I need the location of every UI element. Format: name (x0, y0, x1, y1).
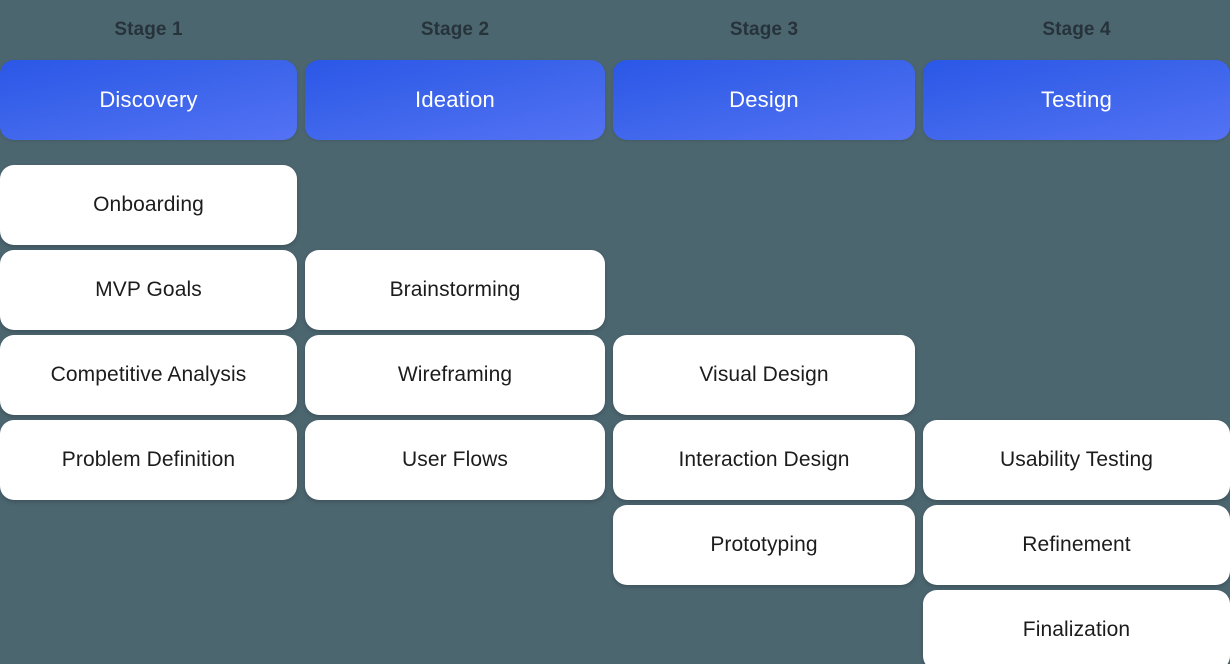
task-card-label: Interaction Design (678, 448, 850, 471)
stage-card-design[interactable]: Design (613, 60, 915, 140)
task-card[interactable]: Wireframing (305, 335, 605, 415)
task-card-label: Competitive Analysis (50, 363, 247, 386)
task-card-label: Visual Design (699, 363, 829, 386)
stage-column-1: Stage 1 Discovery Onboarding MVP Goals C… (0, 0, 297, 664)
task-card[interactable]: Brainstorming (305, 250, 605, 330)
stage-card-discovery[interactable]: Discovery (0, 60, 297, 140)
task-card-label: Onboarding (93, 193, 204, 216)
task-card[interactable]: Onboarding (0, 165, 297, 245)
task-card[interactable]: Competitive Analysis (0, 335, 297, 415)
stage-header-1: Stage 1 (114, 19, 183, 40)
stage-card-ideation[interactable]: Ideation (305, 60, 605, 140)
task-card[interactable]: Finalization (923, 590, 1230, 664)
task-card[interactable]: User Flows (305, 420, 605, 500)
stage-header-2: Stage 2 (420, 19, 490, 40)
task-card-label: Problem Definition (61, 448, 236, 471)
task-card[interactable]: Refinement (923, 505, 1230, 585)
task-card[interactable]: Prototyping (613, 505, 915, 585)
stage-card-label: Ideation (415, 87, 495, 112)
task-card-label: Refinement (1022, 533, 1131, 556)
task-card-label: Finalization (1022, 618, 1131, 641)
task-card-label: User Flows (401, 448, 508, 471)
task-card[interactable]: MVP Goals (0, 250, 297, 330)
task-card[interactable]: Interaction Design (613, 420, 915, 500)
task-card-label: Wireframing (397, 363, 513, 386)
stage-header-4: Stage 4 (1042, 19, 1111, 40)
stage-card-label: Testing (1040, 87, 1113, 112)
task-card[interactable]: Visual Design (613, 335, 915, 415)
task-card-label: MVP Goals (95, 278, 202, 301)
stage-column-4: Stage 4 Testing Usability Testing Refine… (923, 0, 1230, 664)
task-card-label: Usability Testing (999, 448, 1154, 471)
stage-column-3: Stage 3 Design Visual Design Interaction… (613, 0, 915, 664)
stage-card-testing[interactable]: Testing (923, 60, 1230, 140)
task-card-label: Brainstorming (389, 278, 521, 301)
stage-card-label: Discovery (99, 87, 198, 112)
task-card-label: Prototyping (710, 533, 818, 556)
stage-column-2: Stage 2 Ideation Brainstorming Wireframi… (305, 0, 605, 664)
stage-header-3: Stage 3 (729, 19, 799, 40)
stage-board: Stage 1 Discovery Onboarding MVP Goals C… (0, 0, 1230, 664)
task-card[interactable]: Usability Testing (923, 420, 1230, 500)
stage-card-label: Design (729, 87, 799, 112)
task-card[interactable]: Problem Definition (0, 420, 297, 500)
